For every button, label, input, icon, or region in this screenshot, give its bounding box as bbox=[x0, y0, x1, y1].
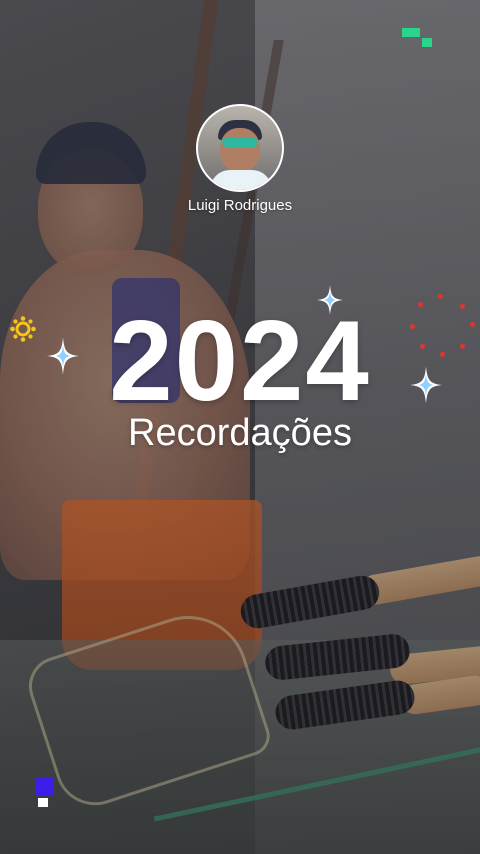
avatar-face bbox=[220, 128, 260, 172]
pixel-block-icon bbox=[402, 28, 432, 47]
memories-subtitle: Recordações bbox=[128, 412, 352, 454]
avatar-sunglasses bbox=[222, 138, 258, 147]
avatar[interactable] bbox=[196, 104, 284, 192]
pixel-block-icon bbox=[36, 778, 54, 807]
year-title: 2024 bbox=[109, 298, 371, 425]
story-screen[interactable]: Luigi Rodrigues 2024 Recordações bbox=[0, 0, 480, 854]
avatar-shirt bbox=[210, 170, 272, 190]
profile-name[interactable]: Luigi Rodrigues bbox=[0, 197, 480, 214]
